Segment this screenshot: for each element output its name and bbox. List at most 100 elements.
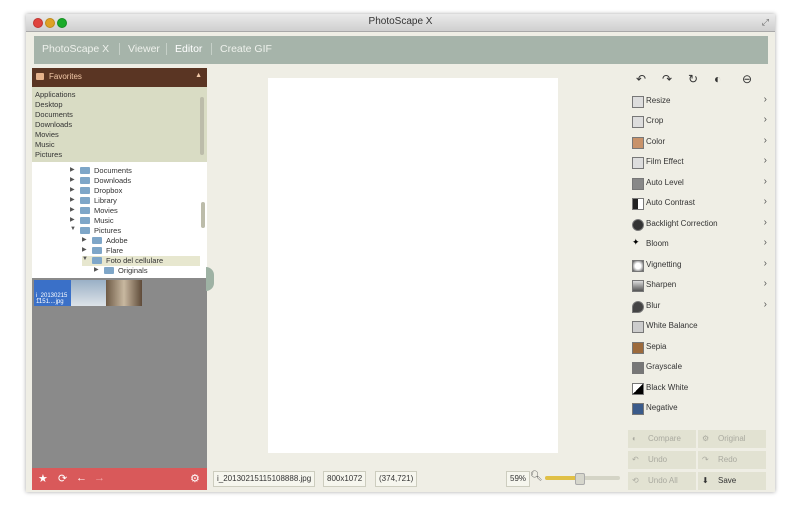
nav-viewer[interactable]: Viewer <box>128 43 160 55</box>
nav-separator <box>211 43 212 55</box>
favorites-item[interactable]: Pictures <box>35 150 62 159</box>
expand-arrow-icon[interactable]: ▶ <box>70 186 75 193</box>
folder-icon <box>80 197 90 204</box>
save-button[interactable]: ⬇ Save <box>698 472 766 490</box>
rotate-icon[interactable]: ↻ <box>688 72 698 86</box>
status-coordinates: (374,721) <box>375 471 418 487</box>
folder-tree: ▶ Documents ▶ Downloads ▶ Dropbox ▶ Library … <box>32 162 207 278</box>
tree-item-adobe[interactable]: ▶ Adobe <box>82 236 200 246</box>
tool-bloom[interactable]: ✦ Bloom › <box>632 235 769 253</box>
folder-icon <box>80 177 90 184</box>
fullscreen-icon[interactable]: ⤢ <box>762 17 769 28</box>
thumbnail-caption: i_20130215 1151....jpg <box>36 293 68 305</box>
favorites-item[interactable]: Desktop <box>35 100 63 109</box>
favorites-item[interactable]: Movies <box>35 130 59 139</box>
original-icon: ⚙ <box>702 434 710 443</box>
tree-item-pictures[interactable]: ▼ Pictures <box>70 226 200 236</box>
tree-item-downloads[interactable]: ▶ Downloads <box>70 176 200 186</box>
zoom-magnifier-icon[interactable]: 🔍︎ <box>530 471 543 483</box>
tree-item-flare[interactable]: ▶ Flare <box>82 246 200 256</box>
favorites-scrollbar[interactable] <box>200 97 204 155</box>
negative-icon <box>632 403 644 415</box>
favorites-item[interactable]: Downloads <box>35 120 72 129</box>
expand-arrow-icon[interactable]: ▶ <box>70 196 75 203</box>
expand-arrow-icon[interactable]: ▶ <box>70 206 75 213</box>
expand-arrow-icon[interactable]: ▶ <box>70 176 75 183</box>
color-icon <box>632 137 644 149</box>
chevron-right-icon: › <box>763 114 767 125</box>
backlight-icon <box>632 219 644 231</box>
undo-all-button[interactable]: ⟲ Undo All <box>628 472 696 490</box>
forward-arrow-icon[interactable]: → <box>94 472 105 484</box>
white-balance-icon <box>632 321 644 333</box>
tool-sepia[interactable]: Sepia <box>632 338 769 356</box>
original-button[interactable]: ⚙ Original <box>698 430 766 448</box>
favorites-item[interactable]: Documents <box>35 110 73 119</box>
compare-button[interactable]: ◐ Compare <box>628 430 696 448</box>
collapse-arrow-icon[interactable]: ▼ <box>82 256 88 262</box>
zoom-value[interactable]: 59% <box>506 471 531 487</box>
tool-negative[interactable]: Negative <box>632 399 769 417</box>
tool-crop[interactable]: Crop › <box>632 112 769 130</box>
expand-arrow-icon[interactable]: ▶ <box>94 266 99 273</box>
flip-horizontal-icon[interactable]: ◐ <box>714 72 721 86</box>
tool-resize[interactable]: Resize › <box>632 92 769 110</box>
thumbnail-item[interactable]: i_20130215 1151....jpg <box>34 280 71 306</box>
flip-vertical-icon[interactable]: ⊖ <box>742 72 752 86</box>
sharpen-icon <box>632 280 644 292</box>
redo-button[interactable]: ↷ Redo <box>698 451 766 469</box>
nav-create-gif[interactable]: Create GIF <box>220 43 272 55</box>
tool-vignetting[interactable]: Vignetting › <box>632 256 769 274</box>
tool-auto-level[interactable]: Auto Level › <box>632 174 769 192</box>
favorites-item[interactable]: Applications <box>35 90 75 99</box>
tool-color[interactable]: Color › <box>632 133 769 151</box>
zoom-slider-knob[interactable] <box>574 473 585 485</box>
thumbnail-item[interactable] <box>106 280 142 306</box>
thumbnail-item[interactable] <box>71 280 106 306</box>
zoom-slider-fill <box>545 476 579 480</box>
tool-white-balance[interactable]: White Balance <box>632 317 769 335</box>
image-canvas[interactable] <box>268 78 558 453</box>
gear-icon[interactable]: ⚙ <box>190 472 200 485</box>
tree-item-documents[interactable]: ▶ Documents <box>70 166 200 176</box>
collapse-arrow-icon[interactable]: ▼ <box>70 226 76 232</box>
tool-backlight-correction[interactable]: Backlight Correction › <box>632 215 769 233</box>
expand-arrow-icon[interactable]: ▶ <box>70 216 75 223</box>
nav-photoscape-x[interactable]: PhotoScape X <box>42 43 109 55</box>
tree-item-dropbox[interactable]: ▶ Dropbox <box>70 186 200 196</box>
tool-film-effect[interactable]: Film Effect › <box>632 153 769 171</box>
tree-item-originals[interactable]: ▶ Originals <box>94 266 200 276</box>
tool-blur[interactable]: Blur › <box>632 297 769 315</box>
app-window: PhotoScape X ⤢ PhotoScape X Viewer Edito… <box>26 14 775 492</box>
chevron-right-icon: › <box>763 94 767 105</box>
star-icon[interactable]: ★ <box>38 472 48 485</box>
tree-item-foto-del-cellulare[interactable]: ▼ Foto del cellulare <box>82 256 200 266</box>
expand-arrow-icon[interactable]: ▶ <box>82 246 87 253</box>
tool-grayscale[interactable]: Grayscale <box>632 358 769 376</box>
tools-panel: ↶ ↷ ↻ ◐ ⊖ Resize › Crop › Color › Film Effe… <box>626 68 769 490</box>
tool-sharpen[interactable]: Sharpen › <box>632 276 769 294</box>
panel-toggle-handle[interactable] <box>206 267 214 291</box>
expand-arrow-icon[interactable]: ▶ <box>70 166 75 173</box>
collapse-caret-icon[interactable]: ▲ <box>195 72 202 79</box>
folder-icon <box>92 257 102 264</box>
expand-arrow-icon[interactable]: ▶ <box>82 236 87 243</box>
tree-item-music[interactable]: ▶ Music <box>70 216 200 226</box>
back-arrow-icon[interactable]: ← <box>76 472 87 484</box>
tree-item-movies[interactable]: ▶ Movies <box>70 206 200 216</box>
refresh-icon[interactable]: ⟳ <box>58 472 67 485</box>
tree-item-library[interactable]: ▶ Library <box>70 196 200 206</box>
tree-scrollbar[interactable] <box>201 202 205 228</box>
favorites-header[interactable]: Favorites ▲ <box>32 68 207 87</box>
tool-auto-contrast[interactable]: Auto Contrast › <box>632 194 769 212</box>
chevron-right-icon: › <box>763 278 767 289</box>
favorites-list: Applications Desktop Documents Downloads… <box>32 87 207 162</box>
rotate-right-icon[interactable]: ↷ <box>662 72 672 86</box>
favorites-item[interactable]: Music <box>35 140 55 149</box>
nav-editor[interactable]: Editor <box>175 43 202 55</box>
tool-black-white[interactable]: Black White <box>632 379 769 397</box>
crop-icon <box>632 116 644 128</box>
chevron-right-icon: › <box>763 196 767 207</box>
undo-button[interactable]: ↶ Undo <box>628 451 696 469</box>
rotate-left-icon[interactable]: ↶ <box>636 72 646 86</box>
